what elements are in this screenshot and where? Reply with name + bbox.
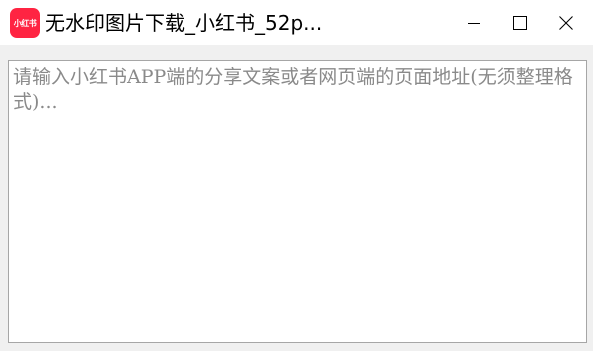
title-bar[interactable]: 小红书 无水印图片下载_小红书_52p...	[0, 0, 593, 45]
minimize-button[interactable]	[451, 0, 497, 45]
app-logo-icon: 小红书	[10, 8, 40, 38]
minimize-icon	[468, 22, 480, 24]
share-text-input-container	[8, 60, 587, 343]
app-logo-text: 小红书	[13, 18, 37, 28]
app-window: 小红书 无水印图片下载_小红书_52p...	[0, 0, 593, 351]
close-button[interactable]	[543, 0, 589, 45]
maximize-icon	[513, 15, 527, 30]
maximize-button[interactable]	[497, 0, 543, 45]
share-text-input[interactable]	[9, 61, 586, 342]
window-title: 无水印图片下载_小红书_52p...	[45, 11, 323, 35]
close-icon	[559, 15, 573, 30]
